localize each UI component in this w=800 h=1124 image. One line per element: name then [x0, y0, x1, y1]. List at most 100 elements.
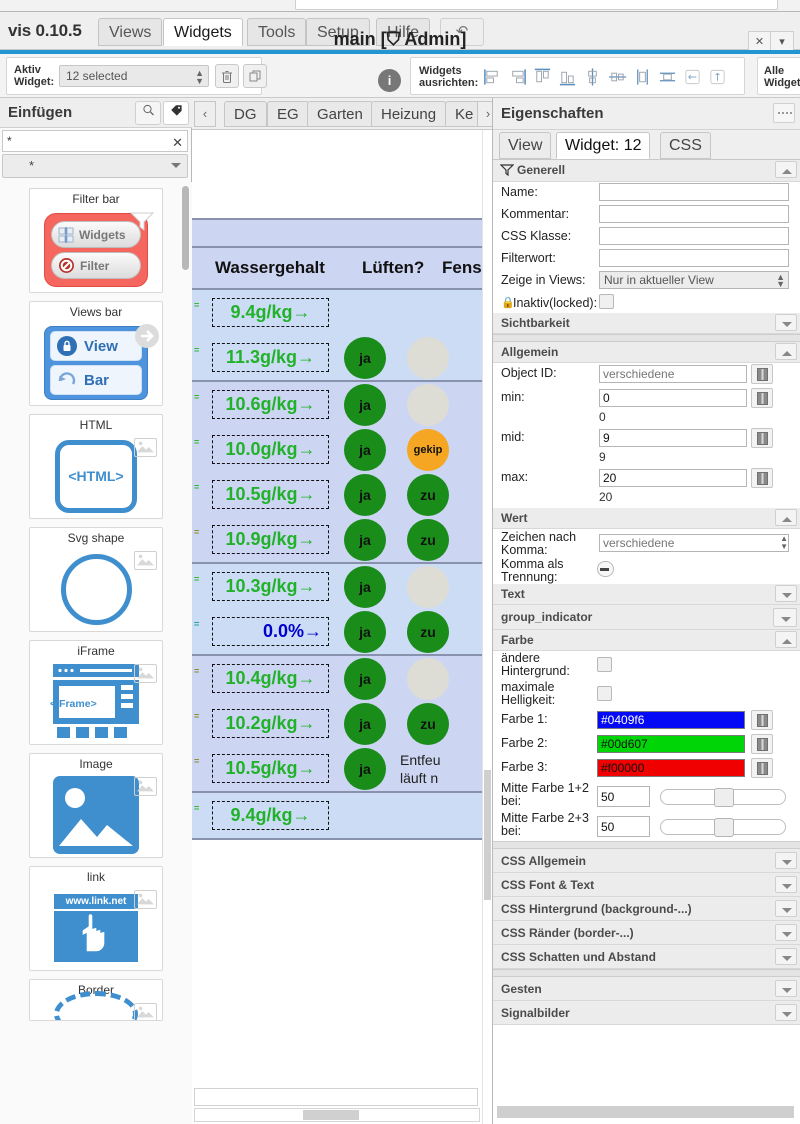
- menu-tab-tools[interactable]: Tools: [247, 18, 307, 46]
- cell-fenster[interactable]: zu: [407, 474, 449, 516]
- aendere-hintergrund-checkbox[interactable]: [597, 657, 612, 672]
- scrollbar-thumb[interactable]: [484, 770, 491, 900]
- mitte-1-2-slider[interactable]: [660, 788, 786, 807]
- collapse-toggle[interactable]: [775, 343, 797, 360]
- table-row[interactable]: = 0.0%→ ja zu: [192, 609, 482, 654]
- cell-fenster[interactable]: zu: [407, 519, 449, 561]
- slider-knob[interactable]: [714, 788, 734, 807]
- delete-widget-button[interactable]: [215, 64, 239, 88]
- collapse-toggle[interactable]: [775, 585, 797, 602]
- inaktiv-checkbox[interactable]: [599, 294, 614, 309]
- cell-lueften[interactable]: ja: [344, 474, 386, 516]
- cell-fenster[interactable]: [407, 337, 449, 379]
- cell-lueften[interactable]: ja: [344, 748, 386, 790]
- group-header-css-font[interactable]: CSS Font & Text: [493, 873, 800, 897]
- properties-horizontal-scrollbar[interactable]: [497, 1106, 794, 1118]
- canvas-vertical-scrollbar[interactable]: [482, 130, 492, 1124]
- min-input[interactable]: [599, 389, 747, 407]
- browser-url-bar[interactable]: [295, 0, 778, 10]
- view-tabs-next-button[interactable]: ›: [477, 101, 492, 127]
- group-header-css-raender[interactable]: CSS Ränder (border-...): [493, 921, 800, 945]
- cell-wassergehalt[interactable]: 10.5g/kg→: [212, 754, 329, 783]
- cell-wassergehalt[interactable]: 10.0g/kg→: [212, 435, 329, 464]
- menu-tab-views[interactable]: Views: [98, 18, 163, 46]
- align-right-icon[interactable]: [508, 67, 527, 87]
- table-row[interactable]: = 10.6g/kg→ ja: [192, 382, 482, 427]
- align-center-vertical-icon[interactable]: [583, 67, 602, 87]
- farbe-1-input[interactable]: [597, 711, 745, 729]
- group-header-text[interactable]: Text: [493, 584, 800, 605]
- color-picker-button[interactable]: [751, 734, 773, 754]
- group-header-sichtbarkeit[interactable]: Sichtbarkeit: [493, 313, 800, 334]
- collapse-toggle[interactable]: [775, 852, 797, 869]
- align-left-icon[interactable]: [483, 67, 502, 87]
- cell-lueften[interactable]: ja: [344, 337, 386, 379]
- filterwort-input[interactable]: [599, 249, 789, 267]
- widget-search-input[interactable]: * ✕: [2, 130, 188, 152]
- cell-lueften[interactable]: ja: [344, 519, 386, 561]
- zeichen-nach-komma-input[interactable]: [599, 534, 789, 552]
- kommentar-input[interactable]: [599, 205, 789, 223]
- zeige-in-views-select[interactable]: Nur in aktueller View ▲ ▼: [599, 271, 789, 289]
- spinner-arrows-icon[interactable]: ▲ ▼: [780, 535, 788, 551]
- cell-fenster[interactable]: [407, 566, 449, 608]
- color-picker-button[interactable]: [751, 710, 773, 730]
- align-bottom-icon[interactable]: [558, 67, 577, 87]
- scrollbar-thumb[interactable]: [303, 1110, 359, 1120]
- cell-wassergehalt[interactable]: 11.3g/kg→: [212, 343, 329, 372]
- properties-body[interactable]: Generell Name: Kommentar: CSS Klasse: Fi…: [493, 160, 800, 1124]
- cell-wassergehalt[interactable]: 9.4g/kg→: [212, 298, 329, 327]
- list-item[interactable]: Views bar View Bar: [29, 301, 163, 406]
- object-picker-button[interactable]: [751, 468, 773, 488]
- menu-tab-setup[interactable]: Setup: [306, 18, 370, 46]
- group-header-wert[interactable]: Wert: [493, 508, 800, 529]
- cell-wassergehalt[interactable]: 10.4g/kg→: [212, 664, 329, 693]
- group-header-css-allgemein[interactable]: CSS Allgemein: [493, 849, 800, 873]
- canvas-horizontal-scrollbar[interactable]: [194, 1108, 480, 1122]
- collapse-toggle[interactable]: [775, 161, 797, 178]
- collapse-toggle[interactable]: [775, 948, 797, 965]
- table-row[interactable]: = 11.3g/kg→ ja: [192, 335, 482, 380]
- cell-lueften[interactable]: ja: [344, 566, 386, 608]
- view-canvas[interactable]: Wassergehalt Lüften? Fens = 9.4g/kg→ = 1…: [192, 130, 492, 1124]
- cell-lueften[interactable]: ja: [344, 611, 386, 653]
- copy-widget-button[interactable]: [243, 64, 267, 88]
- table-row[interactable]: = 10.3g/kg→ ja: [192, 564, 482, 609]
- widget-set-filter-select[interactable]: *: [2, 154, 188, 178]
- tab-widget[interactable]: Widget: 12: [556, 132, 651, 159]
- collapse-toggle[interactable]: [775, 924, 797, 941]
- mitte-2-3-slider[interactable]: [660, 818, 786, 837]
- distribute-vertical-icon[interactable]: [658, 67, 677, 87]
- list-item[interactable]: HTML <HTML>: [29, 414, 163, 519]
- collapse-toggle[interactable]: [775, 980, 797, 997]
- name-input[interactable]: [599, 183, 789, 201]
- group-header-group-indicator[interactable]: group_indicator: [493, 605, 800, 630]
- cell-lueften[interactable]: ja: [344, 429, 386, 471]
- view-tab-dg[interactable]: DG: [224, 101, 267, 127]
- list-item[interactable]: Border: [29, 979, 163, 1021]
- collapse-toggle[interactable]: [775, 1004, 797, 1021]
- komma-trennung-toggle[interactable]: [597, 561, 614, 577]
- collapse-toggle[interactable]: [775, 314, 797, 331]
- list-item[interactable]: iFrame <iFrame>: [29, 640, 163, 745]
- tab-view[interactable]: View: [499, 132, 552, 159]
- group-header-signalbilder[interactable]: Signalbilder: [493, 1001, 800, 1025]
- table-row[interactable]: = 10.0g/kg→ ja gekip: [192, 427, 482, 472]
- object-picker-button[interactable]: [751, 388, 773, 408]
- table-row[interactable]: = 10.9g/kg→ ja zu: [192, 517, 482, 562]
- group-header-gesten[interactable]: Gesten: [493, 977, 800, 1001]
- table-row[interactable]: = 10.2g/kg→ ja zu: [192, 701, 482, 746]
- distribute-horizontal-icon[interactable]: [633, 67, 652, 87]
- menu-tab-widgets[interactable]: Widgets: [163, 18, 243, 46]
- table-row[interactable]: = 9.4g/kg→: [192, 793, 482, 838]
- group-header-farbe[interactable]: Farbe: [493, 630, 800, 651]
- cell-fenster[interactable]: [407, 384, 449, 426]
- object-id-input[interactable]: [599, 365, 747, 383]
- mitte-2-3-input[interactable]: [597, 816, 650, 837]
- view-tabs-prev-button[interactable]: ‹: [194, 101, 216, 127]
- slider-knob[interactable]: [714, 818, 734, 837]
- search-icon[interactable]: [135, 101, 161, 125]
- object-picker-button[interactable]: [751, 364, 773, 384]
- table-row[interactable]: = 10.4g/kg→ ja: [192, 656, 482, 701]
- maximale-helligkeit-checkbox[interactable]: [597, 686, 612, 701]
